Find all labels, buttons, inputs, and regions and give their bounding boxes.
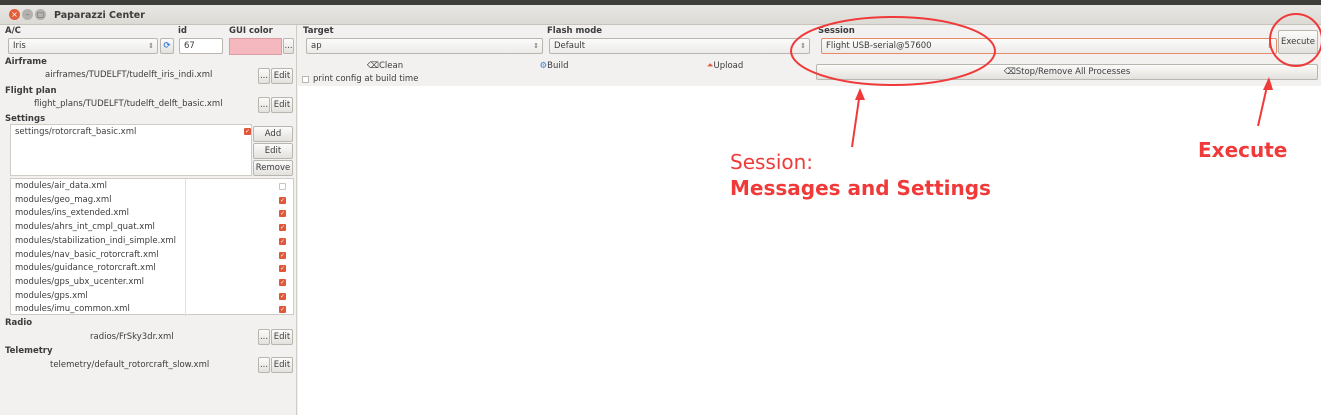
airframe-more-button[interactable]: ...	[258, 68, 270, 84]
module-checkbox[interactable]: ✓	[279, 196, 286, 204]
module-checkbox[interactable]: ✓	[279, 251, 286, 259]
target-label: Target	[303, 26, 334, 36]
settings-checkbox[interactable]: ✓	[244, 128, 251, 135]
flash-mode-label: Flash mode	[547, 26, 603, 36]
build-button-label: Build	[547, 61, 569, 71]
module-checkbox[interactable]: ✓	[279, 278, 286, 286]
id-label: id	[178, 26, 187, 36]
minimize-window-icon[interactable]: –	[22, 9, 33, 20]
module-list-item[interactable]: modules/ahrs_int_cmpl_quat.xml	[15, 222, 155, 232]
ac-label: A/C	[5, 26, 21, 36]
module-list-item[interactable]: modules/guidance_rotorcraft.xml	[15, 263, 156, 273]
build-icon: ⚙	[539, 61, 548, 71]
target-select[interactable]: ap ⇕	[306, 38, 543, 54]
modules-list[interactable]: modules/air_data.xml modules/geo_mag.xml ✓…	[10, 178, 294, 316]
module-checkbox[interactable]	[279, 183, 286, 190]
telemetry-edit-button[interactable]: Edit	[271, 357, 293, 373]
maximize-window-icon[interactable]: □	[35, 9, 46, 20]
module-list-item[interactable]: modules/nav_basic_rotorcraft.xml	[15, 250, 159, 260]
gui-color-more-button[interactable]: ...	[283, 38, 294, 54]
combo-arrows-icon: ⇕	[533, 42, 539, 50]
session-label: Session	[818, 26, 855, 36]
build-button[interactable]: ⚙Build	[535, 59, 573, 75]
combo-arrows-icon: ⇕	[1267, 42, 1273, 50]
target-select-value: ap	[311, 41, 322, 51]
clean-button-label: Clean	[378, 61, 404, 71]
close-window-icon[interactable]: ×	[9, 9, 20, 20]
module-list-item[interactable]: modules/air_data.xml	[15, 181, 107, 191]
id-field[interactable]: 67	[179, 38, 223, 54]
print-config-label: print config at build time	[313, 74, 419, 84]
combo-arrows-icon: ⇕	[148, 42, 154, 50]
telemetry-label: Telemetry	[5, 346, 53, 356]
flash-mode-select[interactable]: Default ⇕	[549, 38, 810, 54]
settings-remove-button[interactable]: Remove	[253, 160, 293, 176]
module-checkbox[interactable]: ✓	[279, 224, 286, 232]
upload-button-label: Upload	[713, 61, 744, 71]
upload-button[interactable]: ⏶Upload	[702, 59, 748, 75]
settings-list[interactable]: settings/rotorcraft_basic.xml ✓	[10, 124, 252, 176]
ac-select[interactable]: Iris ⇕	[8, 38, 158, 54]
airframe-edit-button[interactable]: Edit	[271, 68, 293, 84]
execute-button[interactable]: Execute	[1278, 30, 1318, 54]
console-output-area	[298, 86, 1321, 415]
radio-file: radios/FrSky3dr.xml	[90, 332, 174, 342]
session-select-value: Flight USB-serial@57600	[826, 41, 932, 51]
modules-column-divider	[185, 179, 186, 316]
stop-all-processes-button[interactable]: ⌫Stop/Remove All Processes	[816, 64, 1318, 80]
clean-button[interactable]: ⌫Clean	[366, 59, 404, 75]
ac-select-value: Iris	[13, 41, 26, 51]
flash-mode-select-value: Default	[554, 41, 586, 51]
module-list-item[interactable]: modules/ins_extended.xml	[15, 208, 129, 218]
print-config-checkbox[interactable]	[302, 76, 309, 83]
airframe-file: airframes/TUDELFT/tudelft_iris_indi.xml	[45, 70, 213, 80]
flight-plan-more-button[interactable]: ...	[258, 97, 270, 113]
module-checkbox[interactable]: ✓	[279, 210, 286, 218]
annotation-session-line1: Session:	[730, 150, 814, 174]
settings-item[interactable]: settings/rotorcraft_basic.xml	[15, 127, 136, 137]
module-list-item[interactable]: modules/gps_ubx_ucenter.xml	[15, 277, 144, 287]
settings-label: Settings	[5, 114, 46, 124]
window-title: Paparazzi Center	[54, 10, 145, 21]
combo-arrows-icon: ⇕	[800, 42, 806, 50]
telemetry-file: telemetry/default_rotorcraft_slow.xml	[50, 360, 210, 370]
flight-plan-label: Flight plan	[5, 86, 57, 96]
gui-color-swatch[interactable]	[229, 38, 282, 55]
radio-more-button[interactable]: ...	[258, 329, 270, 345]
radio-label: Radio	[5, 318, 33, 328]
module-checkbox[interactable]: ✓	[279, 292, 286, 300]
module-checkbox[interactable]: ✓	[279, 306, 286, 314]
gui-color-label: GUI color	[229, 26, 273, 36]
settings-edit-button[interactable]: Edit	[253, 143, 293, 159]
module-list-item[interactable]: modules/stabilization_indi_simple.xml	[15, 236, 176, 246]
window-titlebar: × – □ Paparazzi Center	[0, 5, 1321, 25]
radio-edit-button[interactable]: Edit	[271, 329, 293, 345]
stop-all-label: Stop/Remove All Processes	[1015, 67, 1131, 77]
upload-icon: ⏶	[706, 61, 714, 71]
module-list-item[interactable]: modules/geo_mag.xml	[15, 195, 111, 205]
module-checkbox[interactable]: ✓	[279, 237, 286, 245]
annotation-session-line2: Messages and Settings	[730, 176, 991, 200]
module-list-item[interactable]: modules/gps.xml	[15, 291, 88, 301]
module-checkbox[interactable]: ✓	[279, 265, 286, 273]
annotation-execute: Execute	[1198, 138, 1288, 162]
module-list-item[interactable]: modules/imu_common.xml	[15, 304, 130, 314]
flight-plan-file: flight_plans/TUDELFT/tudelft_delft_basic…	[34, 99, 223, 109]
session-select[interactable]: Flight USB-serial@57600 ⇕	[821, 38, 1277, 54]
airframe-label: Airframe	[5, 57, 47, 67]
refresh-icon[interactable]: ⟳	[160, 38, 174, 54]
settings-add-button[interactable]: Add	[253, 126, 293, 142]
telemetry-more-button[interactable]: ...	[258, 357, 270, 373]
flight-plan-edit-button[interactable]: Edit	[271, 97, 293, 113]
